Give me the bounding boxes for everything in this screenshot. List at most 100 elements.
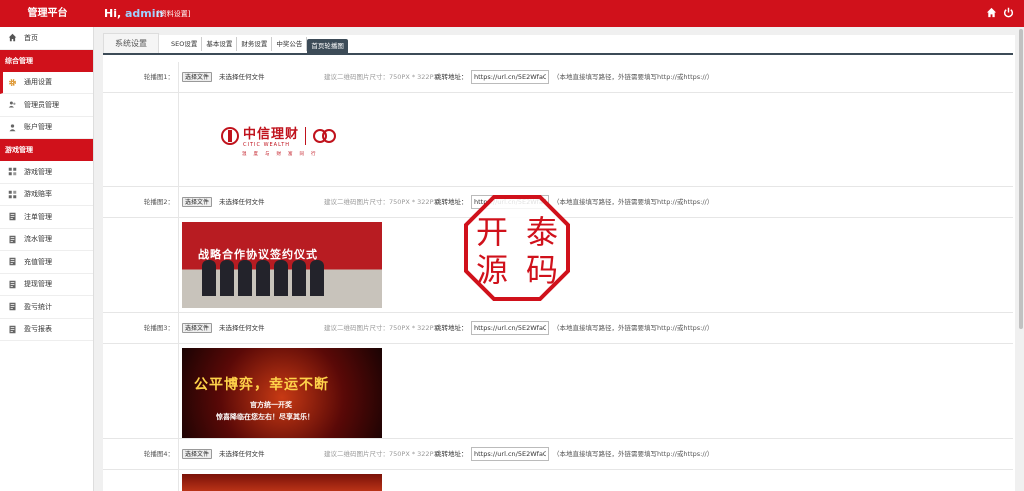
- scrollbar-thumb[interactable]: [1019, 29, 1023, 329]
- doc-icon: [7, 257, 17, 267]
- size-hint: 建议二维码图片尺寸：750PX * 322PX: [324, 73, 438, 81]
- gear-icon: [7, 77, 17, 87]
- url-note: （本地直接填写路径，外链需要填写http://或https://）: [553, 450, 714, 458]
- banner-brand-en: CITIC WEALTH: [243, 142, 291, 148]
- grid-icon: [7, 167, 17, 177]
- sidebar-item-game-management[interactable]: 游戏管理: [0, 161, 93, 184]
- greeting: Hi, admin: [104, 0, 163, 27]
- partner-logo-icon: [313, 128, 337, 143]
- banner-brand-cn: 中信理财: [243, 127, 300, 142]
- sidebar-item-profit-report[interactable]: 盈亏报表: [0, 319, 93, 341]
- sidebar-item-profit-stats[interactable]: 盈亏统计: [0, 296, 93, 319]
- jump-url-label: 跳转地址：: [435, 450, 468, 458]
- banner-title: 公平博弈，幸运不断: [194, 377, 329, 393]
- choose-file-button[interactable]: 选择文件: [182, 72, 213, 82]
- carousel-row: 轮播图1： 选择文件 未选择任何文件 建议二维码图片尺寸：750PX * 322…: [103, 62, 1013, 93]
- sidebar-item-label: 注单管理: [24, 212, 52, 221]
- size-hint: 建议二维码图片尺寸：750PX * 322PX: [324, 198, 438, 206]
- banner-slogan: 温度与财富同行: [242, 152, 323, 157]
- sidebar-item-home[interactable]: 首页: [0, 27, 93, 50]
- home-icon[interactable]: [986, 7, 997, 18]
- url-note: （本地直接填写路径，外链需要填写http://或https://）: [553, 73, 714, 81]
- home-icon: [7, 33, 17, 43]
- choose-file-button[interactable]: 选择文件: [182, 323, 213, 333]
- doc-icon: [7, 279, 17, 289]
- profile-settings-link[interactable]: [资料设置]: [157, 0, 190, 28]
- url-note: （本地直接填写路径，外链需要填写http://或https://）: [553, 198, 714, 206]
- carousel-preview-row: [103, 470, 1013, 491]
- tab-announcement[interactable]: 中奖公告: [272, 37, 308, 51]
- tab-seo[interactable]: SEO设置: [167, 37, 203, 51]
- field-label: 轮播图1：: [103, 62, 179, 93]
- jump-url-label: 跳转地址：: [435, 324, 468, 332]
- tab-finance[interactable]: 财务设置: [237, 37, 273, 51]
- sidebar-group-general[interactable]: 综合管理: [0, 49, 93, 72]
- sidebar-item-flow-management[interactable]: 流水管理: [0, 229, 93, 251]
- watermark-char: 码: [526, 251, 558, 289]
- label-cell: [103, 93, 179, 186]
- sidebar-item-label: 首页: [24, 33, 38, 42]
- sidebar-group-games[interactable]: 游戏管理: [0, 139, 93, 161]
- sidebar-item-label: 游戏赔率: [24, 190, 52, 199]
- settings-tabs: 系统设置 SEO设置 基本设置 财务设置 中奖公告 首页轮播图: [103, 33, 1013, 55]
- doc-icon: [7, 324, 17, 334]
- watermark-char: 泰: [526, 213, 558, 251]
- doc-icon: [7, 212, 17, 222]
- watermark-seal: 开 泰 源 码: [464, 195, 570, 301]
- carousel-image-1: 中信理财 CITIC WEALTH 温度与财富同行: [182, 97, 382, 183]
- sidebar-item-label: 账户管理: [24, 123, 52, 132]
- url-note: （本地直接填写路径，外链需要填写http://或https://）: [553, 324, 714, 332]
- sidebar-item-game-odds[interactable]: 游戏赔率: [0, 184, 93, 206]
- page-scrollbar[interactable]: [1018, 27, 1024, 491]
- file-status: 未选择任何文件: [219, 198, 265, 206]
- carousel-image-4: [182, 474, 382, 491]
- label-cell: [103, 344, 179, 438]
- tab-carousel[interactable]: 首页轮播图: [307, 39, 348, 53]
- sidebar: 首页 综合管理 通用设置 管理员管理 账户管理 游戏管理 游戏管理 游戏赔率 注…: [0, 27, 94, 491]
- jump-url-input[interactable]: [471, 447, 549, 461]
- size-hint: 建议二维码图片尺寸：750PX * 322PX: [324, 450, 438, 458]
- carousel-row: 轮播图3： 选择文件 未选择任何文件 建议二维码图片尺寸：750PX * 322…: [103, 313, 1013, 344]
- label-cell: [103, 218, 179, 312]
- sidebar-item-recharge-management[interactable]: 充值管理: [0, 251, 93, 274]
- sidebar-item-bet-management[interactable]: 注单管理: [0, 206, 93, 229]
- file-status: 未选择任何文件: [219, 450, 265, 458]
- carousel-image-2: 战略合作协议签约仪式: [182, 222, 382, 308]
- sidebar-item-label: 流水管理: [24, 235, 52, 244]
- banner-subtitle: 官方统一开奖: [250, 401, 292, 409]
- label-cell: [103, 470, 179, 491]
- sidebar-item-label: 盈亏统计: [24, 302, 52, 311]
- jump-url-input[interactable]: [471, 70, 549, 84]
- jump-url-input[interactable]: [471, 321, 549, 335]
- field-label: 轮播图2：: [103, 187, 179, 218]
- doc-icon: [7, 234, 17, 244]
- tab-system-settings[interactable]: 系统设置: [103, 33, 159, 53]
- sidebar-item-label: 通用设置: [24, 78, 52, 87]
- greeting-prefix: Hi,: [104, 7, 122, 20]
- sidebar-item-label: 游戏管理: [24, 167, 52, 176]
- carousel-row: 轮播图4： 选择文件 未选择任何文件 建议二维码图片尺寸：750PX * 322…: [103, 439, 1013, 470]
- sidebar-item-general-settings[interactable]: 通用设置: [0, 71, 93, 94]
- sidebar-item-label: 充值管理: [24, 257, 52, 266]
- carousel-preview-row: 中信理财 CITIC WEALTH 温度与财富同行: [103, 93, 1013, 187]
- power-icon[interactable]: [1003, 7, 1014, 18]
- top-bar: 管理平台 Hi, admin [资料设置]: [0, 0, 1024, 27]
- user-icon: [7, 122, 17, 132]
- sidebar-item-label: 提现管理: [24, 280, 52, 289]
- file-status: 未选择任何文件: [219, 324, 265, 332]
- size-hint: 建议二维码图片尺寸：750PX * 322PX: [324, 324, 438, 332]
- citic-logo-icon: [221, 126, 239, 145]
- watermark-char: 源: [476, 251, 508, 289]
- users-icon: [7, 100, 17, 110]
- sidebar-item-admin-management[interactable]: 管理员管理: [0, 94, 93, 117]
- banner-people-figures: [202, 260, 324, 296]
- doc-icon: [7, 302, 17, 312]
- sidebar-item-withdraw-management[interactable]: 提现管理: [0, 274, 93, 296]
- tab-basic[interactable]: 基本设置: [202, 37, 238, 51]
- sidebar-item-account-management[interactable]: 账户管理: [0, 117, 93, 139]
- choose-file-button[interactable]: 选择文件: [182, 449, 213, 459]
- jump-url-label: 跳转地址：: [435, 73, 468, 81]
- field-label: 轮播图3：: [103, 313, 179, 344]
- choose-file-button[interactable]: 选择文件: [182, 197, 213, 207]
- field-label: 轮播图4：: [103, 439, 179, 470]
